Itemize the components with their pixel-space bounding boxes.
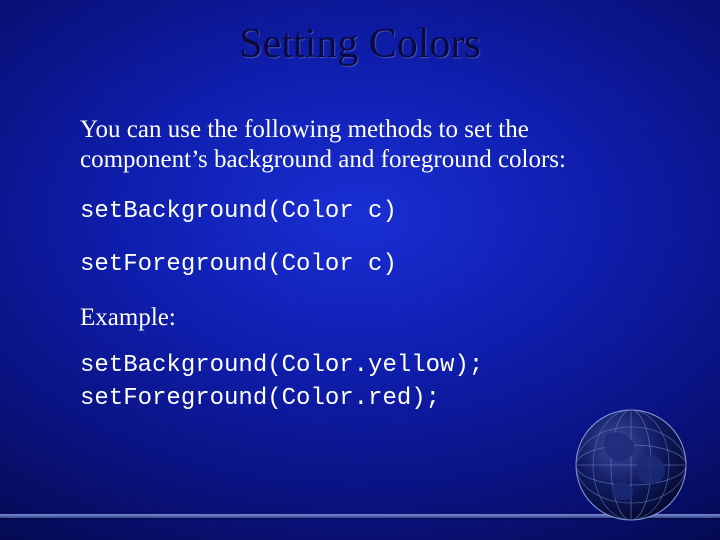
method-setbackground: setBackground(Color c) xyxy=(80,198,660,225)
spacer xyxy=(80,231,660,251)
slide-title: Setting Colors xyxy=(0,20,720,68)
example-code-line-1: setBackground(Color.yellow); xyxy=(80,352,660,379)
globe-icon xyxy=(566,400,696,530)
intro-text: You can use the following methods to set… xyxy=(80,115,660,174)
slide-body: You can use the following methods to set… xyxy=(80,115,660,418)
example-label: Example: xyxy=(80,304,660,332)
slide: Setting Colors You can use the following… xyxy=(0,0,720,540)
method-setforeground: setForeground(Color c) xyxy=(80,251,660,278)
